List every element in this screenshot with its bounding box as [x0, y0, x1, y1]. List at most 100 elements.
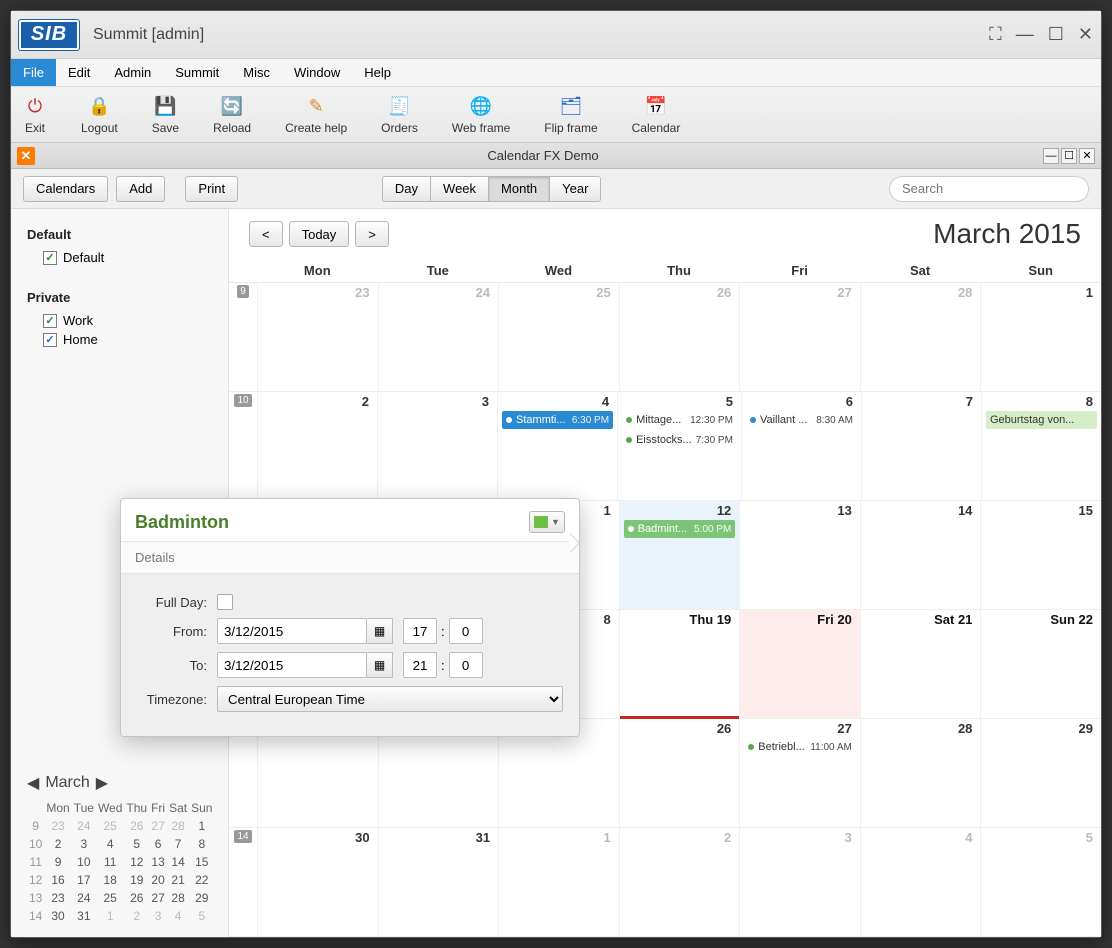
- mini-day[interactable]: 23: [44, 889, 71, 907]
- tb-save[interactable]: 💾Save: [152, 95, 179, 135]
- doc-maximize-icon[interactable]: ☐: [1061, 148, 1077, 164]
- calendar-item-default[interactable]: Default: [43, 250, 212, 265]
- day-cell[interactable]: 3: [739, 828, 860, 936]
- day-cell[interactable]: 13: [739, 501, 860, 609]
- timezone-select[interactable]: Central European Time: [217, 686, 563, 712]
- fullday-checkbox[interactable]: [217, 594, 233, 610]
- day-cell[interactable]: Thu 19: [619, 610, 740, 718]
- doc-close-icon[interactable]: ✕: [17, 147, 35, 165]
- event-chip[interactable]: Stammti...6:30 PM: [502, 411, 613, 429]
- search-input[interactable]: [889, 176, 1089, 202]
- menu-help[interactable]: Help: [352, 59, 403, 86]
- mini-day[interactable]: 27: [149, 817, 167, 835]
- day-cell[interactable]: 4: [860, 828, 981, 936]
- event-chip[interactable]: Betriebl...11:00 AM: [744, 738, 856, 756]
- maximize-icon[interactable]: ☐: [1048, 24, 1064, 45]
- day-cell[interactable]: 27Betriebl...11:00 AM: [739, 719, 860, 827]
- tb-logout[interactable]: 🔒Logout: [81, 95, 118, 135]
- mini-day[interactable]: 25: [96, 817, 124, 835]
- mini-day[interactable]: 26: [124, 817, 149, 835]
- mini-day[interactable]: 3: [72, 835, 96, 853]
- tb-calendar[interactable]: 📅Calendar: [632, 95, 681, 135]
- calendar-item-home[interactable]: Home: [43, 332, 212, 347]
- mini-day[interactable]: 4: [167, 907, 189, 925]
- event-chip[interactable]: Mittage...12:30 PM: [622, 411, 737, 429]
- to-date-input[interactable]: [217, 652, 367, 678]
- mini-day[interactable]: 18: [96, 871, 124, 889]
- day-cell[interactable]: 12Badmint...5:00 PM: [619, 501, 740, 609]
- mini-day[interactable]: 20: [149, 871, 167, 889]
- day-cell[interactable]: 23: [257, 283, 378, 391]
- day-cell[interactable]: 5Mittage...12:30 PMEisstocks...7:30 PM: [617, 392, 741, 500]
- day-cell[interactable]: Sun 22: [980, 610, 1101, 718]
- day-cell[interactable]: Sat 21: [860, 610, 981, 718]
- tb-create-help[interactable]: ✎Create help: [285, 95, 347, 135]
- mini-next-icon[interactable]: ▶: [96, 773, 108, 793]
- day-cell[interactable]: 31: [378, 828, 499, 936]
- minimize-icon[interactable]: —: [1016, 24, 1034, 45]
- day-cell[interactable]: 2: [257, 392, 377, 500]
- prev-button[interactable]: <: [249, 221, 283, 247]
- mini-day[interactable]: 1: [189, 817, 214, 835]
- day-cell[interactable]: 24: [378, 283, 499, 391]
- mini-day[interactable]: 27: [149, 889, 167, 907]
- day-cell[interactable]: 6Vaillant ...8:30 AM: [741, 392, 861, 500]
- mini-day[interactable]: 25: [96, 889, 124, 907]
- mini-day[interactable]: 1: [96, 907, 124, 925]
- mini-day[interactable]: 7: [167, 835, 189, 853]
- day-cell[interactable]: 25: [498, 283, 619, 391]
- menu-misc[interactable]: Misc: [231, 59, 282, 86]
- from-min-input[interactable]: [449, 618, 483, 644]
- today-button[interactable]: Today: [289, 221, 350, 247]
- day-cell[interactable]: 28: [860, 719, 981, 827]
- to-hour-input[interactable]: [403, 652, 437, 678]
- mini-day[interactable]: 21: [167, 871, 189, 889]
- mini-day[interactable]: 9: [44, 853, 71, 871]
- day-cell[interactable]: 2: [619, 828, 740, 936]
- mini-day[interactable]: 4: [96, 835, 124, 853]
- mini-day[interactable]: 13: [149, 853, 167, 871]
- mini-day[interactable]: 11: [96, 853, 124, 871]
- mini-day[interactable]: 29: [189, 889, 214, 907]
- mini-day[interactable]: 8: [189, 835, 214, 853]
- day-cell[interactable]: 1: [498, 828, 619, 936]
- day-cell[interactable]: 8Geburtstag von...: [981, 392, 1101, 500]
- mini-day[interactable]: 2: [44, 835, 71, 853]
- day-cell[interactable]: Fri 20: [739, 610, 860, 718]
- event-chip[interactable]: Vaillant ...8:30 AM: [746, 411, 857, 429]
- event-chip[interactable]: Eisstocks...7:30 PM: [622, 431, 737, 449]
- view-week-button[interactable]: Week: [430, 176, 489, 202]
- mini-day[interactable]: 17: [72, 871, 96, 889]
- mini-prev-icon[interactable]: ◀: [27, 773, 39, 793]
- from-date-input[interactable]: [217, 618, 367, 644]
- mini-day[interactable]: 24: [72, 817, 96, 835]
- mini-day[interactable]: 5: [124, 835, 149, 853]
- mini-day[interactable]: 28: [167, 817, 189, 835]
- mini-day[interactable]: 23: [44, 817, 71, 835]
- print-button[interactable]: Print: [185, 176, 238, 202]
- tb-exit[interactable]: ⏻Exit: [23, 95, 47, 135]
- menu-admin[interactable]: Admin: [102, 59, 163, 86]
- mini-day[interactable]: 6: [149, 835, 167, 853]
- mini-day[interactable]: 19: [124, 871, 149, 889]
- day-cell[interactable]: 1: [980, 283, 1101, 391]
- doc-minimize-icon[interactable]: —: [1043, 148, 1059, 164]
- mini-day[interactable]: 5: [189, 907, 214, 925]
- day-cell[interactable]: 14: [860, 501, 981, 609]
- mini-day[interactable]: 26: [124, 889, 149, 907]
- add-button[interactable]: Add: [116, 176, 165, 202]
- to-min-input[interactable]: [449, 652, 483, 678]
- day-cell[interactable]: 28: [860, 283, 981, 391]
- doc-close2-icon[interactable]: ✕: [1079, 148, 1095, 164]
- menu-edit[interactable]: Edit: [56, 59, 102, 86]
- day-cell[interactable]: 26: [619, 719, 740, 827]
- mini-day[interactable]: 3: [149, 907, 167, 925]
- menu-file[interactable]: File: [11, 59, 56, 86]
- fullscreen-icon[interactable]: ⛶: [989, 24, 1002, 45]
- day-cell[interactable]: 29: [980, 719, 1101, 827]
- day-cell[interactable]: 27: [739, 283, 860, 391]
- tb-orders[interactable]: 🧾Orders: [381, 95, 418, 135]
- from-hour-input[interactable]: [403, 618, 437, 644]
- day-cell[interactable]: 4Stammti...6:30 PM: [497, 392, 617, 500]
- day-cell[interactable]: 3: [377, 392, 497, 500]
